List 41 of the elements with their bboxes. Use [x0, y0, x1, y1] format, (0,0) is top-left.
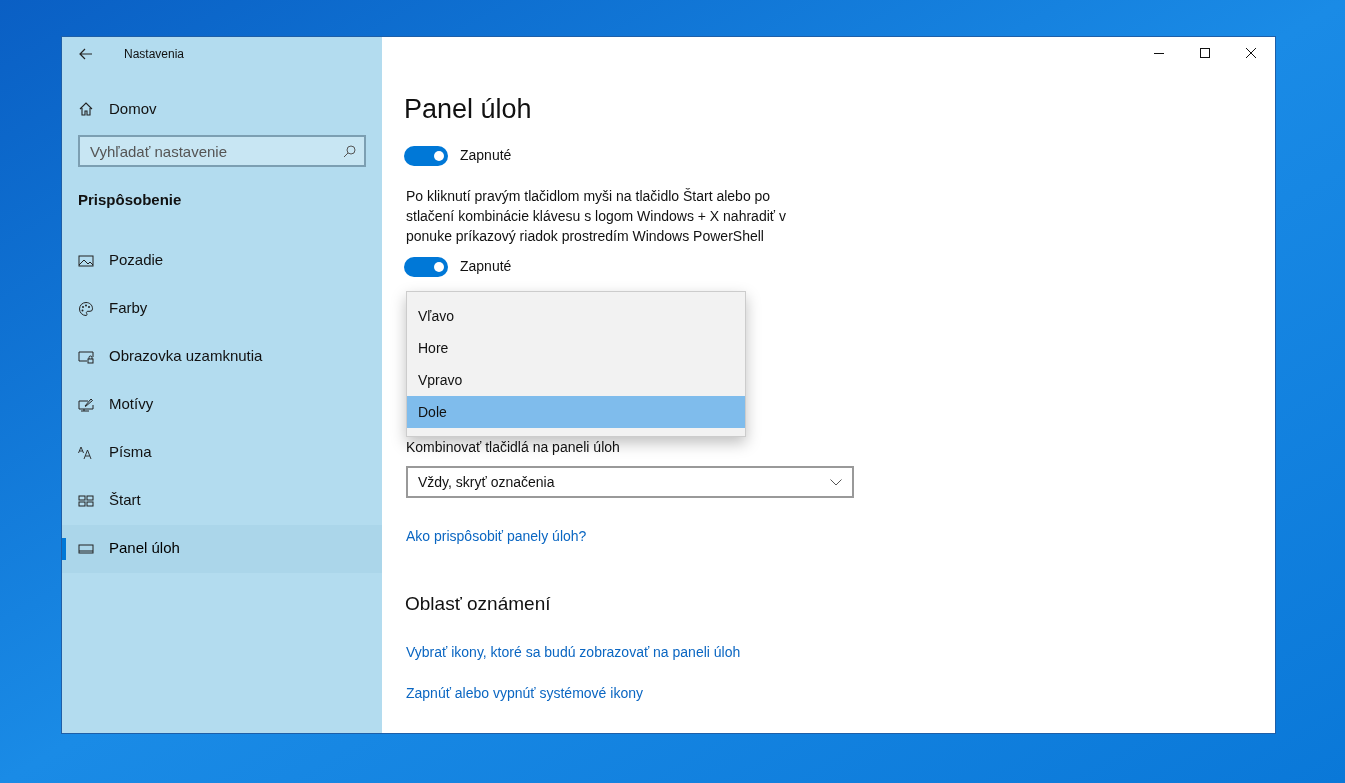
font-icon: [78, 444, 94, 461]
sidebar-item[interactable]: Farby: [62, 284, 382, 333]
search-field[interactable]: Vyhľadať nastavenie: [78, 135, 366, 167]
minimize-icon: [1154, 52, 1164, 54]
screen-lock-icon: [78, 348, 94, 365]
combine-dropdown[interactable]: Vždy, skryť označenia: [406, 466, 854, 498]
close-icon: [1246, 48, 1256, 58]
sidebar-item[interactable]: Panel úloh: [62, 524, 382, 573]
description-text: Po kliknutí pravým tlačidlom myši na tlačidlo Štart alebo po stlačení kombinácie klávesu s logom Windows + X nahradiť v ponuke príkazový riadok prostredím Windows PowerShell: [405, 187, 787, 246]
back-button[interactable]: [78, 46, 94, 62]
back-arrow-icon: [79, 48, 93, 60]
search-icon: [343, 145, 356, 158]
help-link[interactable]: Ako prispôsobiť panely úloh?: [406, 526, 587, 547]
home-nav-item[interactable]: Domov: [62, 93, 382, 125]
toggle-switch[interactable]: [404, 145, 448, 166]
maximize-icon: [1200, 48, 1210, 58]
dropdown-option[interactable]: Dole: [407, 396, 745, 428]
dropdown-option[interactable]: Hore: [407, 332, 745, 364]
tiles-icon: [78, 492, 94, 509]
picture-icon: [78, 252, 94, 269]
toggle-label: Zapnuté: [460, 257, 512, 276]
field-label: Kombinovať tlačidlá na paneli úloh: [405, 438, 620, 457]
settings-link[interactable]: Vybrať ikony, ktoré sa budú zobrazovať na paneli úloh: [406, 641, 741, 663]
window-title: Nastavenia: [124, 46, 185, 63]
dropdown-option[interactable]: Vľavo: [407, 300, 745, 332]
settings-link[interactable]: Zapnúť alebo vypnúť systémové ikony: [406, 682, 741, 704]
section-heading: Oblasť oznámení: [405, 592, 551, 616]
sidebar-item[interactable]: Písma: [62, 428, 382, 477]
home-icon: [78, 101, 94, 117]
chevron-down-icon: [830, 478, 842, 486]
section-heading: Prispôsobenie: [78, 190, 183, 210]
palette-icon: [78, 300, 94, 317]
monitor-brush-icon: [78, 396, 94, 413]
sidebar-item[interactable]: Obrazovka uzamknutia: [62, 332, 382, 381]
page-title: Panel úloh: [404, 93, 532, 126]
toggle-switch[interactable]: [404, 256, 448, 277]
toggle-label: Zapnuté: [460, 146, 512, 165]
sidebar-item[interactable]: Motívy: [62, 380, 382, 429]
dropdown-option[interactable]: Vpravo: [407, 364, 745, 396]
sidebar-item[interactable]: Štart: [62, 476, 382, 525]
sidebar-item[interactable]: Pozadie: [62, 236, 382, 285]
